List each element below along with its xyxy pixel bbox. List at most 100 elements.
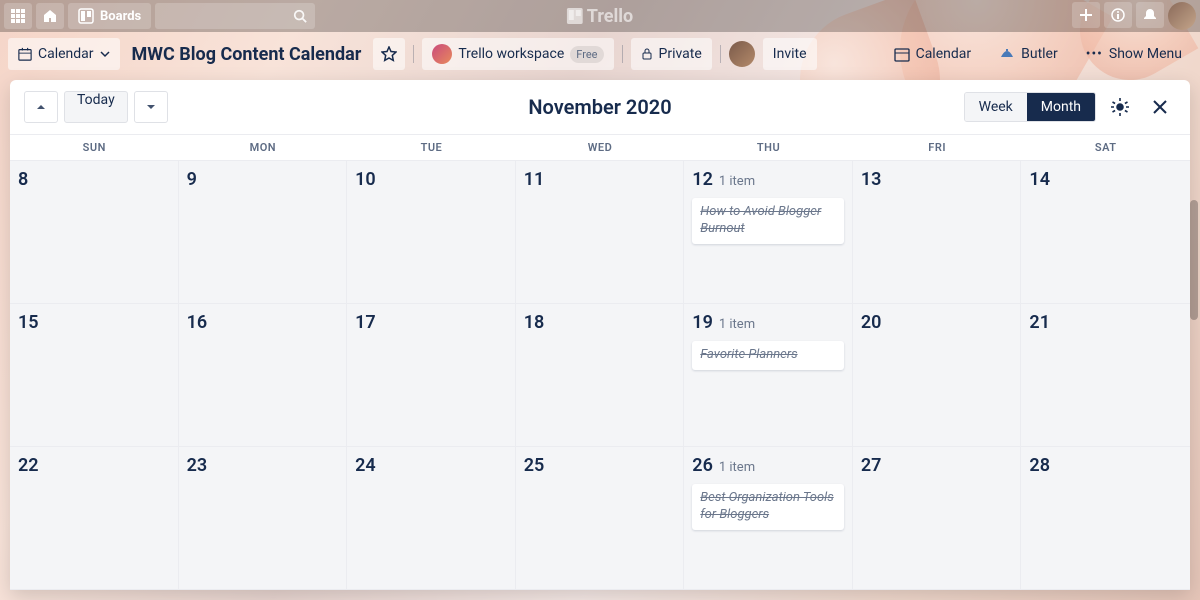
search-icon <box>293 9 307 23</box>
day-number: 24 <box>355 455 376 476</box>
day-header: WED <box>516 135 685 160</box>
day-number: 12 <box>692 169 713 190</box>
day-number: 10 <box>355 169 376 190</box>
calendar-cell[interactable]: 12 1 item How to Avoid Blogger Burnout <box>684 161 853 304</box>
calendar-cell[interactable]: 17 <box>347 304 516 447</box>
day-number: 11 <box>524 169 545 190</box>
calendar-cell[interactable]: 19 1 item Favorite Planners <box>684 304 853 447</box>
view-switcher[interactable]: Calendar <box>8 38 120 70</box>
calendar-cell[interactable]: 9 <box>179 161 348 304</box>
day-number: 14 <box>1029 169 1050 190</box>
item-count: 1 item <box>719 174 755 189</box>
next-button[interactable] <box>134 91 168 123</box>
workspace-button[interactable]: Trello workspace Free <box>422 38 613 70</box>
invite-button[interactable]: Invite <box>763 38 817 70</box>
prev-button[interactable] <box>24 91 58 123</box>
close-icon <box>1150 97 1170 117</box>
close-button[interactable] <box>1144 91 1176 123</box>
day-number: 13 <box>861 169 882 190</box>
month-view-button[interactable]: Month <box>1027 93 1095 121</box>
calendar-cell[interactable]: 11 <box>516 161 685 304</box>
today-button[interactable]: Today <box>64 91 128 123</box>
calendar-cell[interactable]: 15 <box>10 304 179 447</box>
trello-logo[interactable]: Trello <box>567 6 633 27</box>
top-nav: Boards Trello <box>0 0 1200 32</box>
ellipsis-icon: ••• <box>1086 46 1103 62</box>
day-header: SUN <box>10 135 179 160</box>
day-number: 8 <box>18 169 28 190</box>
create-button[interactable] <box>1072 2 1100 28</box>
calendar-powerup-button[interactable]: Calendar <box>884 38 982 70</box>
week-view-button[interactable]: Week <box>965 93 1027 121</box>
lock-icon <box>641 48 653 60</box>
boards-button[interactable]: Boards <box>68 3 151 29</box>
chevron-down-icon <box>100 49 110 59</box>
gear-icon <box>1110 97 1130 117</box>
scrollbar[interactable] <box>1190 200 1198 320</box>
calendar-cell[interactable]: 10 <box>347 161 516 304</box>
day-headers: SUNMONTUEWEDTHUFRISAT <box>10 134 1190 161</box>
visibility-button[interactable]: Private <box>631 38 712 70</box>
day-header: FRI <box>853 135 1022 160</box>
home-button[interactable] <box>36 3 64 29</box>
show-menu-button[interactable]: ••• Show Menu <box>1076 38 1192 70</box>
day-header: THU <box>684 135 853 160</box>
day-number: 23 <box>187 455 208 476</box>
day-number: 26 <box>692 455 713 476</box>
calendar-cell[interactable]: 25 <box>516 447 685 590</box>
trello-logo-icon <box>567 8 583 24</box>
boards-label: Boards <box>100 9 141 24</box>
day-number: 21 <box>1029 312 1050 333</box>
item-count: 1 item <box>719 317 755 332</box>
calendar-cell[interactable]: 14 <box>1021 161 1190 304</box>
board-title[interactable]: MWC Blog Content Calendar <box>128 44 366 65</box>
star-button[interactable] <box>373 38 405 70</box>
calendar-toolbar: Today November 2020 Week Month <box>10 80 1190 134</box>
calendar-cell[interactable]: 261 itemBest Organization Tools for Blog… <box>684 447 853 590</box>
day-number: 18 <box>524 312 545 333</box>
calendar-cell[interactable]: 24 <box>347 447 516 590</box>
chevron-up-icon <box>35 101 47 113</box>
member-avatar[interactable] <box>729 41 755 67</box>
view-toggle: Week Month <box>964 92 1096 122</box>
calendar-card[interactable]: How to Avoid Blogger Burnout <box>692 198 844 244</box>
board-header: Calendar MWC Blog Content Calendar Trell… <box>0 32 1200 76</box>
search-input[interactable] <box>155 3 315 29</box>
calendar-cell[interactable]: 21 <box>1021 304 1190 447</box>
day-number: 20 <box>861 312 882 333</box>
day-number: 17 <box>355 312 376 333</box>
calendar-cell[interactable]: 22 <box>10 447 179 590</box>
app-switcher-button[interactable] <box>4 3 32 29</box>
workspace-badge-icon <box>432 44 452 64</box>
butler-button[interactable]: Butler <box>989 38 1068 70</box>
calendar-panel: Today November 2020 Week Month SUNMONTUE… <box>10 80 1190 590</box>
workspace-tier-pill: Free <box>570 46 603 63</box>
day-number: 27 <box>861 455 882 476</box>
calendar-cell[interactable]: 8 <box>10 161 179 304</box>
calendar-cell[interactable]: 18 <box>516 304 685 447</box>
star-icon <box>381 46 397 62</box>
butler-icon <box>999 46 1015 62</box>
calendar-cell[interactable]: 27 <box>853 447 1022 590</box>
info-button[interactable] <box>1104 2 1132 28</box>
calendar-title: November 2020 <box>528 95 671 119</box>
day-header: SAT <box>1021 135 1190 160</box>
user-avatar[interactable] <box>1168 2 1196 30</box>
settings-button[interactable] <box>1104 91 1136 123</box>
calendar-cell[interactable]: 16 <box>179 304 348 447</box>
calendar-cell[interactable]: 23 <box>179 447 348 590</box>
day-number: 19 <box>692 312 713 333</box>
calendar-cell[interactable]: 13 <box>853 161 1022 304</box>
calendar-cell[interactable]: 28 <box>1021 447 1190 590</box>
day-header: MON <box>179 135 348 160</box>
day-number: 15 <box>18 312 39 333</box>
calendar-icon <box>894 46 910 62</box>
day-number: 16 <box>187 312 208 333</box>
calendar-icon <box>18 47 32 61</box>
calendar-cell[interactable]: 20 <box>853 304 1022 447</box>
day-header: TUE <box>347 135 516 160</box>
calendar-card[interactable]: Favorite Planners <box>692 341 844 370</box>
day-number: 28 <box>1029 455 1050 476</box>
notifications-button[interactable] <box>1136 2 1164 28</box>
calendar-card[interactable]: Best Organization Tools for Bloggers <box>692 484 844 530</box>
